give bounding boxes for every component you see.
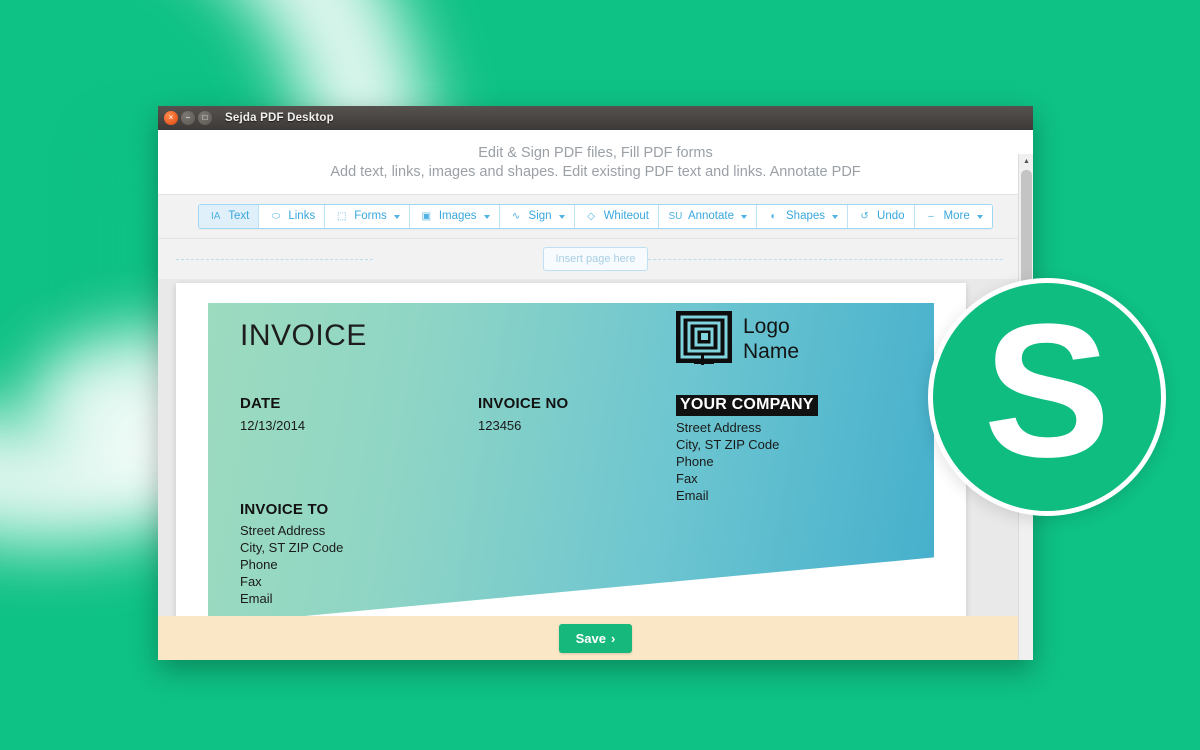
toolbar-button-whiteout[interactable]: ◇ Whiteout (574, 205, 659, 228)
toolbar-strip: IA Text ⬭ Links ⬚ Forms ▣ Images ∿ Sign ◇ Whiteout S… (158, 194, 1033, 239)
chevron-down-icon (832, 214, 839, 219)
window-close-button[interactable]: × (164, 111, 178, 125)
promo-stage: × − □ Sejda PDF Desktop Edit & Sign PDF … (0, 0, 1200, 750)
toolbar-button-shapes[interactable]: ◐ Shapes (757, 205, 849, 228)
toolbar-button-label: Forms (354, 210, 387, 222)
toolbar-button-label: Sign (528, 210, 552, 222)
signature-icon: ∿ (511, 211, 521, 222)
chevron-down-icon (558, 214, 565, 219)
toolbar-button-label: Shapes (786, 210, 826, 222)
invoice-date-heading: DATE (240, 395, 281, 412)
toolbar-button-sign[interactable]: ∿ Sign (499, 205, 575, 228)
scroll-up-arrow-icon[interactable]: ▲ (1019, 154, 1033, 168)
annotate-icon: SU (668, 211, 683, 222)
chevron-right-icon: › (611, 630, 616, 646)
invoice-to-line-1[interactable]: Street Address (240, 522, 343, 539)
save-footer-bar: Save › (158, 616, 1033, 660)
company-line-4[interactable]: Fax (676, 470, 818, 487)
invoice-to-heading: INVOICE TO (240, 501, 329, 518)
toolbar-button-annotate[interactable]: SU Annotate (658, 205, 757, 228)
window-minimize-button[interactable]: − (181, 111, 195, 125)
invoice-logo-block[interactable]: Logo Name (676, 311, 799, 367)
link-icon: ⬭ (271, 211, 281, 222)
window-body: Edit & Sign PDF files, Fill PDF forms Ad… (158, 130, 1033, 660)
toolbar-button-label: Links (288, 210, 316, 222)
toolbar-button-label: Images (438, 210, 477, 222)
toolbar-button-label: Whiteout (603, 210, 649, 222)
toolbar-button-label: More (943, 210, 970, 222)
logo-line-2: Name (743, 340, 800, 363)
eraser-icon: ◇ (587, 211, 595, 222)
chevron-down-icon (976, 214, 983, 219)
invoice-to-lines: Street Address City, ST ZIP Code Phone Fax E… (240, 522, 343, 607)
invoice-title: INVOICE (240, 319, 367, 352)
forms-icon: ⬚ (336, 211, 347, 222)
save-button-label: Save (575, 630, 607, 646)
invoice-to-line-5[interactable]: Email (240, 590, 343, 607)
image-icon: ▣ (421, 211, 432, 222)
invoice-date-value[interactable]: 12/13/2014 (240, 417, 305, 434)
text-icon: IA (211, 211, 221, 222)
maze-logo-icon (676, 311, 732, 367)
company-line-3[interactable]: Phone (676, 453, 818, 470)
invoice-date-block: DATE 12/13/2014 (240, 395, 305, 434)
tagline-line-1: Edit & Sign PDF files, Fill PDF forms (478, 145, 713, 161)
pdf-page-sheet[interactable]: INVOICE DATE 12/13/2014 INVOICE NO 12345… (176, 283, 966, 657)
scrollbar-thumb[interactable] (1021, 170, 1032, 290)
sejda-logo-badge: S (928, 278, 1166, 516)
company-line-2[interactable]: City, ST ZIP Code (676, 436, 818, 453)
pdf-viewer: 1 INVOICE DATE 12/13/2014 INVOICE NO 123… (158, 279, 1033, 657)
toolbar-button-more[interactable]: – More (914, 205, 992, 228)
chevron-down-icon (393, 214, 400, 219)
insert-page-button[interactable]: Insert page here (543, 247, 648, 271)
invoice-artwork: INVOICE DATE 12/13/2014 INVOICE NO 12345… (208, 303, 934, 625)
company-line-5[interactable]: Email (676, 487, 818, 504)
invoice-to-block: INVOICE TO Street Address City, ST ZIP Co… (240, 501, 343, 607)
toolbar-button-text[interactable]: IA Text (199, 205, 260, 228)
window-titlebar: × − □ Sejda PDF Desktop (158, 106, 1033, 130)
toolbar-button-links[interactable]: ⬭ Links (259, 205, 326, 228)
toolbar-button-undo[interactable]: ↺ Undo (848, 205, 915, 228)
invoice-to-line-2[interactable]: City, ST ZIP Code (240, 539, 343, 556)
company-line-1[interactable]: Street Address (676, 419, 818, 436)
insert-page-strip: Insert page here (158, 239, 1033, 279)
invoice-no-value[interactable]: 123456 (478, 417, 568, 434)
window-maximize-button[interactable]: □ (198, 111, 212, 125)
company-address-lines: Street Address City, ST ZIP Code Phone Fax E… (676, 419, 818, 504)
toolbar-button-images[interactable]: ▣ Images (409, 205, 500, 228)
toolbar-button-forms[interactable]: ⬚ Forms (325, 205, 410, 228)
undo-icon: ↺ (860, 211, 869, 222)
chevron-down-icon (483, 214, 490, 219)
insert-divider-left (176, 259, 373, 260)
invoice-to-line-4[interactable]: Fax (240, 573, 343, 590)
tagline-header: Edit & Sign PDF files, Fill PDF forms Ad… (158, 130, 1033, 194)
insert-divider-right (618, 259, 1003, 260)
window-title: Sejda PDF Desktop (225, 112, 334, 124)
editor-toolbar: IA Text ⬭ Links ⬚ Forms ▣ Images ∿ Sign ◇ Whiteout S… (198, 204, 993, 229)
invoice-company-block[interactable]: YOUR COMPANY Street Address City, ST ZIP … (676, 395, 818, 504)
invoice-no-heading: INVOICE NO (478, 395, 569, 412)
invoice-number-block: INVOICE NO 123456 (478, 395, 568, 434)
application-window: × − □ Sejda PDF Desktop Edit & Sign PDF … (158, 106, 1033, 660)
invoice-logo-text: Logo Name (743, 314, 799, 364)
logo-line-1: Logo (743, 315, 790, 338)
company-name-selected-text[interactable]: YOUR COMPANY (676, 395, 818, 416)
toolbar-button-label: Text (228, 210, 250, 222)
save-button[interactable]: Save › (558, 623, 633, 653)
more-icon: – (928, 211, 934, 222)
shapes-icon: ◐ (770, 211, 777, 222)
invoice-to-line-3[interactable]: Phone (240, 556, 343, 573)
toolbar-button-label: Undo (877, 210, 905, 222)
sejda-logo-letter: S (983, 285, 1111, 497)
tagline-line-2: Add text, links, images and shapes. Edit… (330, 164, 861, 180)
chevron-down-icon (741, 214, 747, 219)
toolbar-button-label: Annotate (687, 210, 734, 222)
